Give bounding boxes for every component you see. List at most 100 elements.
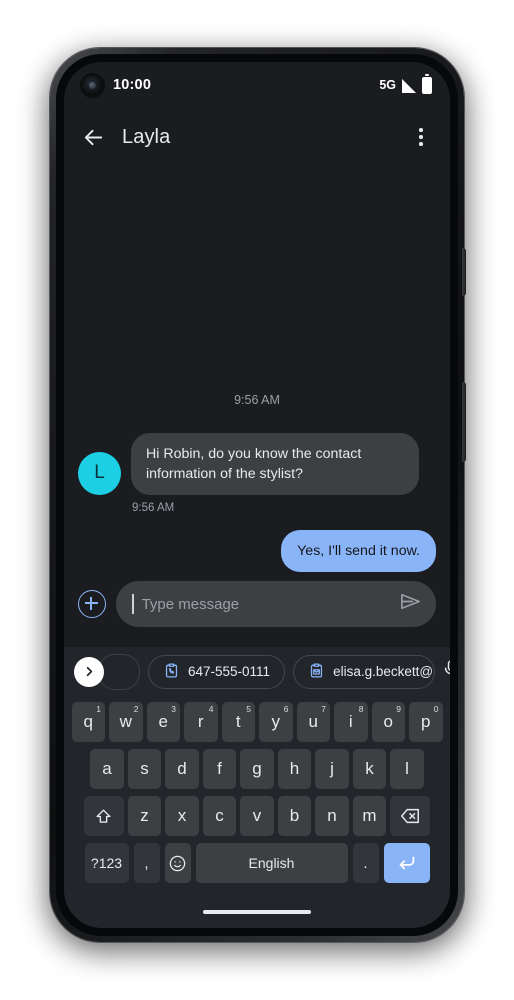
- key-g[interactable]: g: [240, 749, 274, 789]
- key-u-label: u: [308, 712, 318, 731]
- outgoing-message-row: Yes, I'll send it now.: [78, 529, 436, 572]
- key-u[interactable]: 7u: [296, 702, 330, 742]
- backspace-icon[interactable]: [390, 796, 431, 836]
- keyboard-row-2: a s d f g h j k l: [68, 749, 446, 789]
- key-w-label: w: [119, 712, 132, 731]
- incoming-message-bubble[interactable]: Hi Robin, do you know the contact inform…: [131, 432, 419, 495]
- signal-bars-icon: [402, 78, 416, 93]
- clipboard-email-icon: [308, 662, 325, 682]
- text-cursor: [132, 594, 134, 614]
- spacebar-key[interactable]: English: [195, 843, 348, 883]
- key-j[interactable]: j: [315, 749, 349, 789]
- outgoing-message-bubble[interactable]: Yes, I'll send it now.: [281, 529, 436, 572]
- key-p[interactable]: 0p: [409, 702, 443, 742]
- key-n[interactable]: n: [315, 796, 349, 836]
- key-a[interactable]: a: [90, 749, 124, 789]
- period-key[interactable]: .: [352, 843, 379, 883]
- key-u-number: 7: [321, 704, 326, 714]
- conversation-app-bar: Layla: [64, 108, 450, 166]
- key-i-number: 8: [358, 704, 364, 714]
- keyboard-row-3: z x c v b n m: [68, 796, 446, 836]
- key-e-number: 3: [171, 704, 176, 714]
- status-bar-right: 5G: [379, 73, 432, 94]
- volume-rocker-button[interactable]: [462, 382, 466, 462]
- key-h[interactable]: h: [277, 749, 312, 789]
- message-composer: Type message: [64, 575, 450, 633]
- key-r-label: r: [197, 712, 204, 731]
- key-l[interactable]: l: [390, 749, 424, 789]
- key-w[interactable]: 2w: [109, 702, 143, 742]
- network-type-label: 5G: [379, 78, 396, 92]
- message-thread[interactable]: 9:56 AM L Hi Robin, do you know the cont…: [64, 166, 450, 572]
- screenshot-root: 10:00 5G Layla 9:56 AM L Hi Robin, do yo…: [0, 0, 514, 1000]
- key-r-number: 4: [208, 704, 214, 714]
- status-clock: 10:00: [113, 77, 152, 93]
- comma-key[interactable]: ,: [133, 843, 160, 883]
- key-o-label: o: [383, 712, 393, 731]
- status-bar: 10:00 5G: [64, 62, 450, 108]
- enter-return-icon[interactable]: [383, 843, 430, 883]
- symbols-key[interactable]: ?123: [84, 843, 129, 883]
- message-input-field[interactable]: Type message: [116, 581, 436, 627]
- key-w-number: 2: [133, 704, 139, 714]
- key-d[interactable]: d: [165, 749, 199, 789]
- key-e[interactable]: 3e: [146, 702, 180, 742]
- more-vert-glyph: [419, 128, 423, 146]
- microphone-icon[interactable]: [441, 659, 450, 684]
- collapsed-chip-placeholder[interactable]: [98, 653, 140, 690]
- key-f[interactable]: f: [202, 749, 237, 789]
- send-icon[interactable]: [399, 590, 422, 618]
- key-r[interactable]: 4r: [184, 702, 218, 742]
- plus-circle-icon[interactable]: [78, 590, 106, 618]
- battery-full-icon: [422, 73, 432, 94]
- keyboard-row-1: 1q 2w 3e 4r 5t 6y 7u 8i 9o 0p: [68, 702, 446, 742]
- incoming-message-row: L Hi Robin, do you know the contact info…: [78, 432, 436, 495]
- key-s[interactable]: s: [127, 749, 162, 789]
- more-vert-icon[interactable]: [406, 122, 436, 152]
- key-t[interactable]: 5t: [221, 702, 255, 742]
- key-p-number: 0: [433, 704, 439, 714]
- key-y-label: y: [271, 712, 281, 731]
- clipboard-suggestion-strip[interactable]: 647-555-0111 elisa.g.beckett@: [64, 647, 450, 696]
- key-q-label: q: [83, 712, 93, 731]
- key-p-label: p: [421, 712, 431, 731]
- front-camera-punch-hole-icon: [82, 74, 103, 96]
- thread-timestamp: 9:56 AM: [234, 392, 280, 407]
- back-arrow-icon[interactable]: [78, 122, 108, 152]
- page-title: Layla: [122, 125, 171, 148]
- suggestion-chip-email-label: elisa.g.beckett@: [333, 664, 434, 679]
- key-q[interactable]: 1q: [71, 702, 105, 742]
- key-z[interactable]: z: [127, 796, 162, 836]
- key-e-label: e: [158, 712, 168, 731]
- incoming-message-timestamp: 9:56 AM: [132, 501, 175, 514]
- suggestion-chip-phone-label: 647-555-0111: [188, 664, 271, 679]
- key-x[interactable]: x: [165, 796, 199, 836]
- power-button[interactable]: [462, 248, 466, 296]
- status-bar-left: 10:00: [82, 74, 152, 96]
- shift-up-icon[interactable]: [83, 796, 124, 836]
- emoji-smiley-icon[interactable]: [164, 843, 191, 883]
- key-b[interactable]: b: [277, 796, 312, 836]
- key-t-label: t: [235, 712, 241, 731]
- key-o[interactable]: 9o: [371, 702, 405, 742]
- key-m[interactable]: m: [352, 796, 387, 836]
- message-input-placeholder: Type message: [141, 595, 240, 613]
- key-t-number: 5: [246, 704, 251, 714]
- key-k[interactable]: k: [352, 749, 387, 789]
- keyboard-row-4: ?123 , English .: [68, 843, 446, 883]
- suggestion-chip-email[interactable]: elisa.g.beckett@: [293, 654, 436, 689]
- chevron-right-icon[interactable]: [74, 656, 104, 687]
- key-y[interactable]: 6y: [259, 702, 293, 742]
- key-o-number: 9: [396, 704, 401, 714]
- avatar[interactable]: L: [78, 451, 121, 495]
- clipboard-phone-icon: [163, 662, 180, 682]
- suggestion-chip-phone[interactable]: 647-555-0111: [148, 654, 286, 689]
- home-gesture-bar[interactable]: [203, 910, 311, 914]
- key-i-label: i: [348, 712, 353, 731]
- key-v[interactable]: v: [240, 796, 274, 836]
- key-q-number: 1: [96, 704, 101, 714]
- key-y-number: 6: [283, 704, 289, 714]
- on-screen-keyboard[interactable]: 1q 2w 3e 4r 5t 6y 7u 8i 9o 0p a s d f g …: [64, 696, 450, 928]
- key-c[interactable]: c: [202, 796, 237, 836]
- key-i[interactable]: 8i: [334, 702, 368, 742]
